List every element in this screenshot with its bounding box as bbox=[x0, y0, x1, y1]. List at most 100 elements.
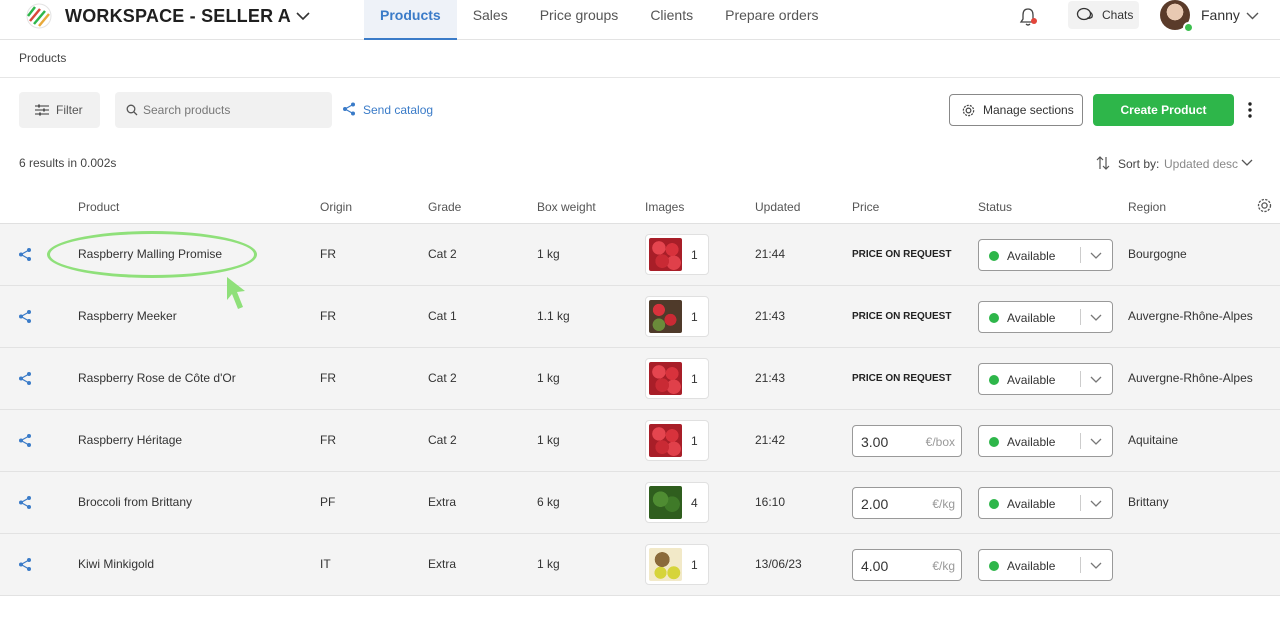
images-cell[interactable]: 1 bbox=[645, 234, 709, 275]
images-cell[interactable]: 4 bbox=[645, 482, 709, 523]
origin: FR bbox=[320, 433, 336, 447]
column-status[interactable]: Status bbox=[978, 200, 1012, 214]
share-icon[interactable] bbox=[18, 247, 32, 262]
column-region[interactable]: Region bbox=[1128, 200, 1166, 214]
product-name[interactable]: Kiwi Minkigold bbox=[78, 557, 154, 571]
status-select[interactable]: Available bbox=[978, 549, 1113, 581]
search-box[interactable] bbox=[115, 92, 332, 128]
images-cell[interactable]: 1 bbox=[645, 420, 709, 461]
product-thumbnail bbox=[649, 362, 682, 395]
divider bbox=[1080, 247, 1081, 263]
status-select[interactable]: Available bbox=[978, 363, 1113, 395]
more-options-icon[interactable] bbox=[1244, 100, 1256, 120]
share-icon[interactable] bbox=[18, 309, 32, 324]
status-label: Available bbox=[1007, 249, 1056, 263]
results-count: 6 results in 0.002s bbox=[19, 156, 117, 170]
manage-sections-label: Manage sections bbox=[983, 103, 1074, 117]
share-icon[interactable] bbox=[18, 495, 32, 510]
box-weight: 1 kg bbox=[537, 371, 560, 385]
origin: FR bbox=[320, 309, 336, 323]
box-weight: 1 kg bbox=[537, 557, 560, 571]
table-row[interactable]: Broccoli from Brittany PF Extra 6 kg 4 16:10 2… bbox=[0, 472, 1280, 534]
box-weight: 1 kg bbox=[537, 433, 560, 447]
user-name[interactable]: Fanny bbox=[1201, 7, 1240, 23]
column-updated[interactable]: Updated bbox=[755, 200, 800, 214]
images-cell[interactable]: 1 bbox=[645, 544, 709, 585]
workspace-title[interactable]: WORKSPACE - SELLER A bbox=[65, 6, 291, 27]
chevron-down-icon[interactable] bbox=[295, 9, 311, 23]
filter-button[interactable]: Filter bbox=[19, 92, 100, 128]
chats-button[interactable]: Chats bbox=[1068, 1, 1139, 29]
image-count: 1 bbox=[691, 434, 698, 448]
chevron-down-icon bbox=[1241, 159, 1253, 166]
settings-icon[interactable] bbox=[1256, 197, 1273, 214]
box-weight: 1 kg bbox=[537, 247, 560, 261]
status-dot bbox=[989, 313, 999, 323]
price-value: 2.00 bbox=[861, 496, 889, 512]
images-cell[interactable]: 1 bbox=[645, 296, 709, 337]
grade: Cat 2 bbox=[428, 433, 457, 447]
product-name[interactable]: Broccoli from Brittany bbox=[78, 495, 192, 509]
nav-clients[interactable]: Clients bbox=[634, 0, 709, 40]
updated-time: 21:43 bbox=[755, 371, 786, 385]
column-price[interactable]: Price bbox=[852, 200, 879, 214]
product-name[interactable]: Raspberry Héritage bbox=[78, 433, 182, 447]
divider bbox=[1080, 557, 1081, 573]
origin: FR bbox=[320, 247, 336, 261]
main-nav: Products Sales Price groups Clients Prep… bbox=[364, 0, 835, 40]
region: Auvergne-Rhône-Alpes bbox=[1128, 309, 1253, 323]
manage-sections-button[interactable]: Manage sections bbox=[949, 94, 1083, 126]
search-input[interactable] bbox=[143, 92, 328, 128]
column-grade[interactable]: Grade bbox=[428, 200, 461, 214]
table-row[interactable]: Kiwi Minkigold IT Extra 1 kg 1 13/06/23 4.00 €/… bbox=[0, 534, 1280, 596]
chevron-down-icon[interactable] bbox=[1246, 10, 1259, 22]
updated-time: 21:43 bbox=[755, 309, 786, 323]
image-count: 1 bbox=[691, 558, 698, 572]
price-value: 4.00 bbox=[861, 558, 889, 574]
images-cell[interactable]: 1 bbox=[645, 358, 709, 399]
share-icon bbox=[343, 102, 355, 116]
column-origin[interactable]: Origin bbox=[320, 200, 352, 214]
nav-price-groups[interactable]: Price groups bbox=[524, 0, 635, 40]
bell-icon[interactable] bbox=[1019, 7, 1037, 27]
status-select[interactable]: Available bbox=[978, 301, 1113, 333]
product-name[interactable]: Raspberry Meeker bbox=[78, 309, 177, 323]
column-images[interactable]: Images bbox=[645, 200, 684, 214]
table-row[interactable]: Raspberry Meeker FR Cat 1 1.1 kg 1 21:43 PRICE… bbox=[0, 286, 1280, 348]
table-row[interactable]: Raspberry Héritage FR Cat 2 1 kg 1 21:42 3.00 €… bbox=[0, 410, 1280, 472]
product-thumbnail bbox=[649, 300, 682, 333]
image-count: 1 bbox=[691, 248, 698, 262]
origin: FR bbox=[320, 371, 336, 385]
box-weight: 6 kg bbox=[537, 495, 560, 509]
create-product-button[interactable]: Create Product bbox=[1093, 94, 1234, 126]
updated-time: 21:44 bbox=[755, 247, 786, 261]
nav-products[interactable]: Products bbox=[364, 0, 457, 40]
product-thumbnail bbox=[649, 424, 682, 457]
sliders-icon bbox=[35, 104, 49, 116]
chevron-down-icon bbox=[1090, 500, 1102, 507]
share-icon[interactable] bbox=[18, 371, 32, 386]
price-input[interactable]: 4.00 €/kg bbox=[852, 549, 962, 581]
share-icon[interactable] bbox=[18, 433, 32, 448]
nav-prepare-orders[interactable]: Prepare orders bbox=[709, 0, 834, 40]
chevron-down-icon bbox=[1090, 438, 1102, 445]
chat-icon bbox=[1076, 7, 1093, 21]
product-name[interactable]: Raspberry Rose de Côte d'Or bbox=[78, 371, 236, 385]
sort-value: Updated desc bbox=[1164, 157, 1239, 171]
price-input[interactable]: 2.00 €/kg bbox=[852, 487, 962, 519]
table-row[interactable]: Raspberry Rose de Côte d'Or FR Cat 2 1 kg 1 2… bbox=[0, 348, 1280, 410]
logo-icon[interactable] bbox=[26, 3, 52, 29]
price-input[interactable]: 3.00 €/box bbox=[852, 425, 962, 457]
nav-sales[interactable]: Sales bbox=[457, 0, 524, 40]
status-select[interactable]: Available bbox=[978, 487, 1113, 519]
breadcrumb-products[interactable]: Products bbox=[19, 51, 66, 65]
status-select[interactable]: Available bbox=[978, 239, 1113, 271]
product-thumbnail bbox=[649, 548, 682, 581]
highlight-ellipse bbox=[47, 231, 257, 278]
share-icon[interactable] bbox=[18, 557, 32, 572]
status-select[interactable]: Available bbox=[978, 425, 1113, 457]
column-box-weight[interactable]: Box weight bbox=[537, 200, 596, 214]
column-product[interactable]: Product bbox=[78, 200, 119, 214]
status-label: Available bbox=[1007, 497, 1056, 511]
image-count: 1 bbox=[691, 372, 698, 386]
